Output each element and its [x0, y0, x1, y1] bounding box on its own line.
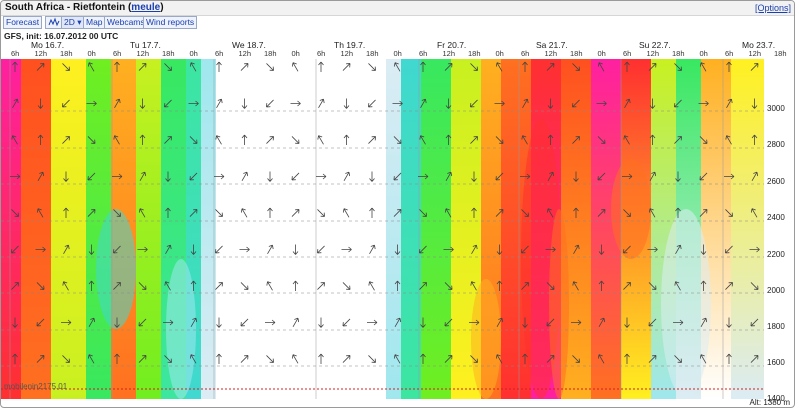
hour-label: 6h — [317, 49, 326, 58]
station-altitude: Alt: 1380 m — [749, 398, 790, 407]
hour-label: 6h — [521, 49, 530, 58]
webcams-button[interactable]: Webcams — [104, 16, 148, 29]
hour-label: 18h — [570, 49, 583, 58]
heatmap-band — [731, 59, 764, 399]
heatmap-blob — [96, 209, 136, 329]
hour-label: 6h — [725, 49, 734, 58]
forecast-button[interactable]: Forecast — [3, 16, 43, 29]
options-link[interactable]: [Options] — [755, 3, 791, 13]
hour-label: 0h — [699, 49, 708, 58]
hour-label: 0h — [189, 49, 198, 58]
altitude-tick: 2800 — [767, 140, 785, 149]
heatmap-band — [136, 59, 162, 399]
window-title: South Africa - Rietfontein (meule) — [5, 2, 164, 13]
toolbar: Forecast 2D ▾ Map Webcams Wind reports — [1, 15, 794, 29]
hour-label: 18h — [672, 49, 685, 58]
wind-reports-button[interactable]: Wind reports — [143, 16, 198, 29]
hour-label: 0h — [291, 49, 300, 58]
hour-label: 0h — [393, 49, 402, 58]
altitude-tick: 2400 — [767, 213, 785, 222]
heatmap-band — [51, 59, 87, 399]
hour-label: 6h — [215, 49, 224, 58]
heatmap-band — [201, 59, 217, 399]
heatmap-band — [386, 59, 402, 399]
hour-label: 12h — [340, 49, 354, 58]
view-mode-value: 2D — [64, 17, 75, 27]
altitude-tick: 2200 — [767, 250, 785, 259]
heatmap-band — [216, 59, 387, 399]
hour-label: 12h — [34, 49, 48, 58]
heatmap-blob — [661, 209, 711, 399]
altitude-tick: 2600 — [767, 177, 785, 186]
view-mode-select[interactable]: 2D ▾ — [61, 16, 85, 29]
title-bar: South Africa - Rietfontein (meule) [Opti… — [1, 1, 794, 16]
hour-label: 0h — [87, 49, 96, 58]
hour-label: 12h — [442, 49, 456, 58]
location-title: South Africa - Rietfontein — [5, 2, 126, 13]
hour-label: 18h — [774, 49, 787, 58]
heatmap-svg — [1, 59, 764, 399]
hour-label: 12h — [544, 49, 558, 58]
hour-label: 18h — [264, 49, 277, 58]
hour-label: 18h — [162, 49, 175, 58]
altitude-tick: 1800 — [767, 322, 785, 331]
hour-label: 18h — [366, 49, 379, 58]
hour-label: 6h — [623, 49, 632, 58]
altitude-tick: 2000 — [767, 286, 785, 295]
hour-label: 12h — [646, 49, 660, 58]
altitude-tick: 3000 — [767, 104, 785, 113]
heatmap-blob — [471, 279, 501, 399]
hour-label: 6h — [11, 49, 20, 58]
hour-label: 6h — [419, 49, 428, 58]
heatmap-band — [21, 59, 52, 399]
wind-heatmap[interactable] — [1, 59, 764, 399]
hour-label: 18h — [468, 49, 481, 58]
heatmap-band — [1, 59, 22, 399]
hour-label: 12h — [136, 49, 150, 58]
hour-label: 12h — [238, 49, 252, 58]
hour-label: 6h — [113, 49, 122, 58]
forecast-window: South Africa - Rietfontein (meule) [Opti… — [0, 0, 795, 408]
watermark: mobilenin2175.01 — [4, 382, 68, 391]
map-button[interactable]: Map — [83, 16, 106, 29]
hour-label: 18h — [60, 49, 73, 58]
spot-link[interactable]: meule — [131, 2, 160, 13]
hour-label: 0h — [597, 49, 606, 58]
hour-label: 0h — [495, 49, 504, 58]
heatmap-blob — [549, 209, 569, 399]
heatmap-blob — [611, 159, 651, 259]
altitude-tick: 1600 — [767, 358, 785, 367]
heatmap-blob — [166, 259, 196, 399]
hour-label: 12h — [748, 49, 762, 58]
line-chart-icon — [48, 17, 60, 27]
heatmap-band — [421, 59, 452, 399]
chevron-down-icon: ▾ — [77, 17, 82, 27]
